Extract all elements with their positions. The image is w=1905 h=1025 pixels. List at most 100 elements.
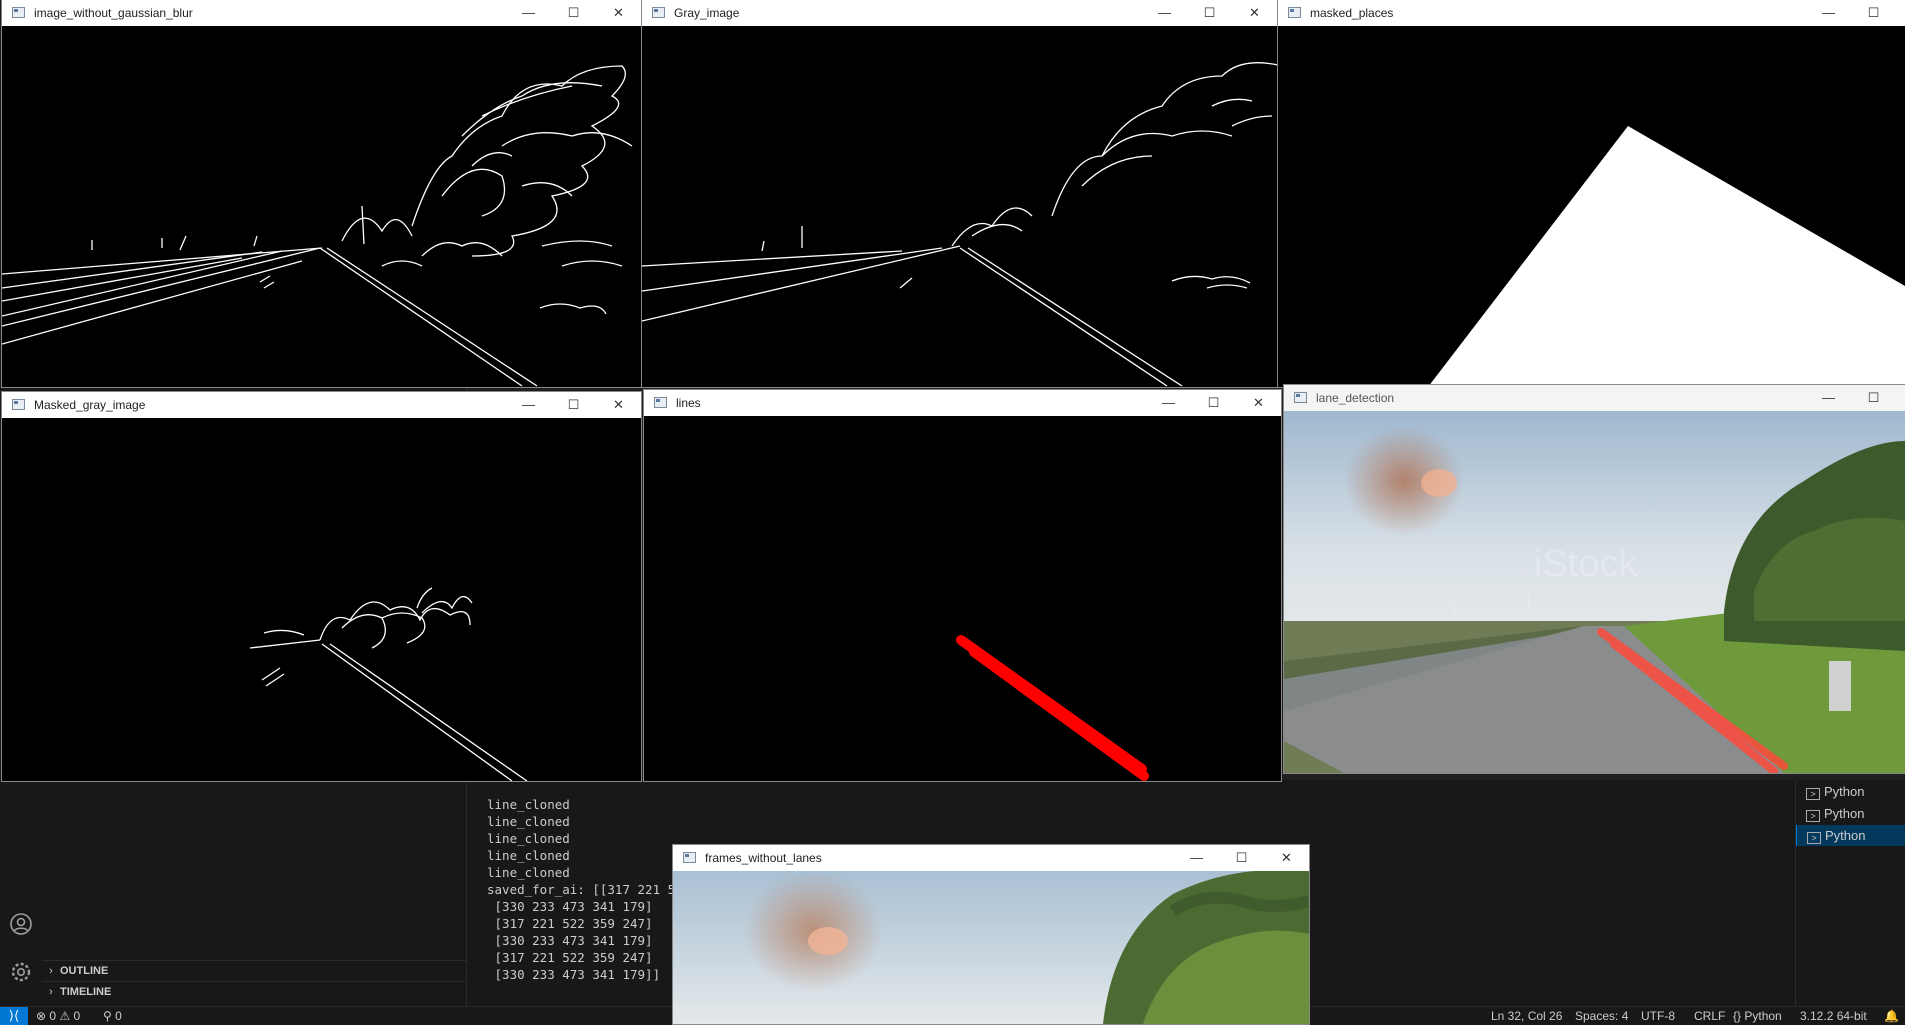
window-titlebar[interactable]: Masked_gray_image — ☐ ✕ — [2, 392, 641, 418]
road-photo-with-lanes: iStock — [1284, 411, 1905, 773]
window-app-icon — [683, 852, 696, 863]
window-titlebar[interactable]: image_without_gaussian_blur — ☐ ✕ — [2, 0, 641, 26]
terminal-line: [330 233 473 341 179]] — [487, 967, 661, 982]
maximize-button[interactable]: ☐ — [1187, 0, 1232, 26]
maximize-button[interactable]: ☐ — [551, 392, 596, 418]
problems-indicator[interactable]: ⊗ 0 ⚠ 0 — [36, 1007, 80, 1025]
edge-image — [2, 65, 633, 387]
terminal-line: [317 221 522 359 247] — [487, 950, 653, 965]
ports-indicator[interactable]: ⚲ 0 — [103, 1007, 122, 1025]
minimize-button[interactable]: — — [1806, 385, 1851, 411]
window-app-icon — [652, 7, 665, 18]
minimize-button[interactable]: — — [1146, 390, 1191, 416]
lane-detection-canvas: iStock — [1284, 411, 1905, 773]
close-button[interactable]: ✕ — [596, 392, 641, 418]
bell-icon[interactable]: 🔔 — [1884, 1007, 1899, 1025]
terminal-tab-python-1[interactable]: > Python — [1796, 781, 1904, 802]
terminal-line: [330 233 473 341 179] — [487, 933, 653, 948]
road-photo-without-lanes — [673, 869, 1309, 1024]
detected-lines-image — [956, 635, 1149, 781]
window-titlebar[interactable]: lane_detection — ☐ ✕ — [1284, 385, 1905, 411]
minimize-button[interactable]: — — [1174, 845, 1219, 871]
maximize-button[interactable]: ☐ — [551, 0, 596, 26]
window-app-icon — [1294, 392, 1307, 403]
window-masked-gray-image[interactable]: Masked_gray_image — ☐ ✕ — [2, 392, 641, 781]
error-icon: ⊗ — [36, 1009, 47, 1023]
window-lines[interactable]: lines — ☐ ✕ — [644, 390, 1281, 781]
window-title: frames_without_lanes — [705, 851, 822, 865]
window-titlebar[interactable]: frames_without_lanes — ☐ ✕ — [673, 845, 1309, 871]
window-titlebar[interactable]: lines — ☐ ✕ — [644, 390, 1281, 416]
mask-canvas — [1278, 26, 1905, 387]
terminal-line: line_cloned — [487, 865, 570, 880]
window-frames-without-lanes[interactable]: frames_without_lanes — ☐ ✕ — [673, 845, 1309, 1024]
cursor-position[interactable]: Ln 32, Col 26 — [1491, 1007, 1562, 1025]
maximize-button[interactable]: ☐ — [1851, 385, 1896, 411]
window-titlebar[interactable]: masked_places — ☐ — [1278, 0, 1905, 26]
masked-edge-image — [249, 587, 528, 781]
end-of-line[interactable]: CRLF — [1694, 1007, 1725, 1025]
window-app-icon — [1288, 7, 1301, 18]
close-button[interactable]: ✕ — [1236, 390, 1281, 416]
window-app-icon — [12, 7, 25, 18]
terminal-line: saved_for_ai: [[317 221 522 — [487, 882, 691, 897]
close-button[interactable]: ✕ — [1232, 0, 1277, 26]
window-masked-places[interactable]: masked_places — ☐ — [1278, 0, 1905, 387]
window-app-icon — [12, 399, 25, 410]
close-button[interactable]: ✕ — [1264, 845, 1309, 871]
window-title: Gray_image — [674, 6, 740, 20]
frames-canvas — [673, 869, 1309, 1024]
outline-section[interactable]: › OUTLINE — [42, 960, 466, 981]
close-button[interactable]: ✕ — [1896, 385, 1905, 411]
window-title: Masked_gray_image — [34, 398, 146, 412]
indentation[interactable]: Spaces: 4 — [1575, 1007, 1628, 1025]
window-gray-image[interactable]: Gray_image — ☐ ✕ — [642, 0, 1277, 387]
terminal-line: line_cloned — [487, 848, 570, 863]
terminal-tab-python-3[interactable]: > Python — [1796, 825, 1905, 846]
settings-gear-icon[interactable] — [6, 960, 36, 990]
terminal-line: line_cloned — [487, 797, 570, 812]
chevron-right-icon: › — [49, 965, 53, 977]
braces-icon: {} — [1733, 1009, 1742, 1023]
language-label: Python — [1744, 1009, 1782, 1023]
masked-edge-canvas — [2, 418, 641, 781]
encoding[interactable]: UTF-8 — [1641, 1007, 1675, 1025]
maximize-button[interactable]: ☐ — [1219, 845, 1264, 871]
minimize-button[interactable]: — — [506, 392, 551, 418]
remote-icon[interactable]: ⟩⟨ — [0, 1007, 28, 1025]
terminal-tab-label: Python — [1824, 806, 1865, 821]
language-mode[interactable]: {} Python — [1733, 1007, 1782, 1025]
terminal-icon: > — [1806, 788, 1820, 800]
maximize-button[interactable]: ☐ — [1851, 0, 1896, 26]
chevron-right-icon: › — [49, 986, 53, 998]
window-titlebar[interactable]: Gray_image — ☐ ✕ — [642, 0, 1277, 26]
terminal-line: line_cloned — [487, 831, 570, 846]
terminal-tab-label: Python — [1824, 784, 1865, 799]
warning-icon: ⚠ — [59, 1009, 71, 1023]
gray-edge-image — [642, 62, 1277, 387]
close-button[interactable]: ✕ — [596, 0, 641, 26]
terminal-tab-label: Python — [1825, 828, 1866, 843]
minimize-button[interactable]: — — [506, 0, 551, 26]
lines-canvas — [644, 416, 1281, 781]
triangle-mask-image — [1428, 126, 1905, 387]
minimize-button[interactable]: — — [1806, 0, 1851, 26]
terminal-line: line_cloned — [487, 814, 570, 829]
terminal-output: line_cloned line_cloned line_cloned line_cl… — [487, 796, 690, 983]
lane-line — [969, 647, 1149, 781]
window-lane-detection[interactable]: lane_detection — ☐ ✕ — [1284, 385, 1905, 773]
window-title: image_without_gaussian_blur — [34, 6, 193, 20]
window-title: lines — [676, 396, 701, 410]
maximize-button[interactable]: ☐ — [1191, 390, 1236, 416]
timeline-section[interactable]: › TIMELINE — [42, 981, 466, 1002]
edge-image-canvas — [2, 26, 641, 387]
error-count: 0 — [49, 1009, 57, 1023]
minimize-button[interactable]: — — [1142, 0, 1187, 26]
watermark-text: iStock — [1534, 543, 1638, 585]
warning-count: 0 — [73, 1009, 81, 1023]
account-icon[interactable] — [6, 912, 36, 942]
gray-edge-canvas — [642, 26, 1277, 387]
window-image-without-gaussian-blur[interactable]: image_without_gaussian_blur — ☐ ✕ — [2, 0, 641, 387]
terminal-tab-python-2[interactable]: > Python — [1796, 803, 1904, 824]
python-interpreter[interactable]: 3.12.2 64-bit — [1800, 1007, 1867, 1025]
